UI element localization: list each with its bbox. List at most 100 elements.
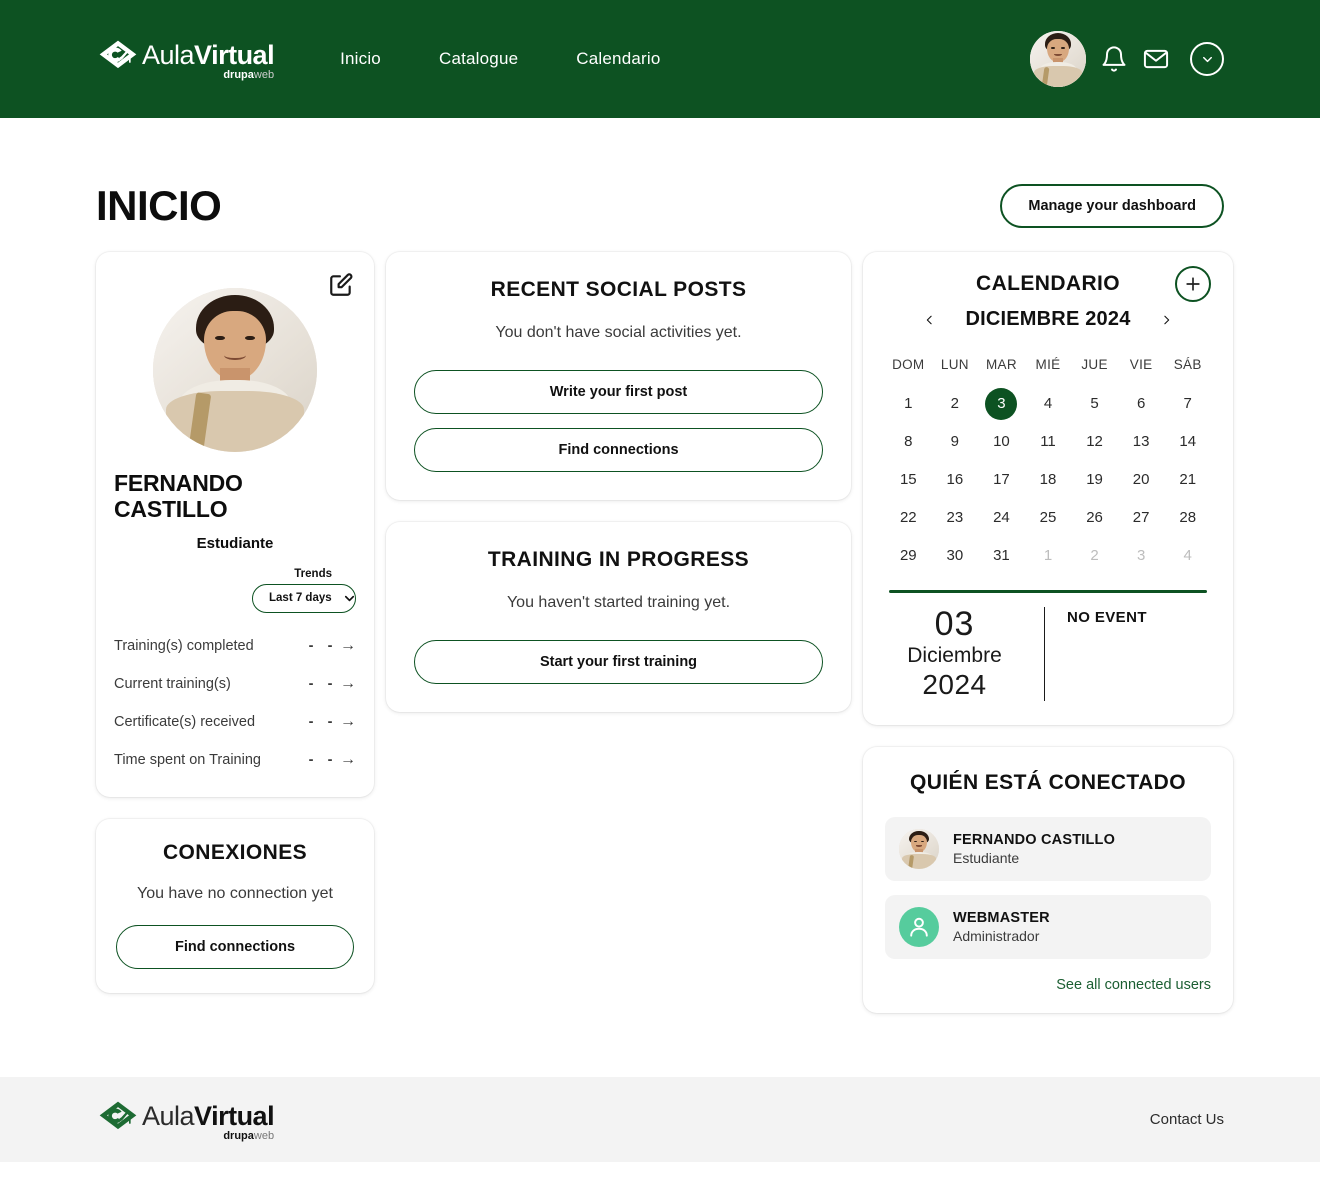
calendar-day[interactable]: 8 xyxy=(885,426,932,458)
header-avatar[interactable] xyxy=(1030,31,1086,87)
calendar-day[interactable]: 24 xyxy=(978,502,1025,534)
calendar-weekday: DOM xyxy=(892,357,925,372)
calendar-day[interactable]: 15 xyxy=(885,464,932,496)
training-in-progress-card: TRAINING IN PROGRESS You haven't started… xyxy=(386,522,851,712)
calendar-day[interactable]: 3 xyxy=(1118,540,1165,572)
chevron-right-icon[interactable] xyxy=(1157,310,1177,330)
connections-title: CONEXIONES xyxy=(162,840,308,864)
edit-pencil-square-icon[interactable] xyxy=(328,272,354,298)
nav-item-calendario[interactable]: Calendario xyxy=(576,49,660,69)
calendar-day[interactable]: 23 xyxy=(932,502,979,534)
training-empty-text: You haven't started training yet. xyxy=(506,594,731,611)
calendar-day[interactable]: 4 xyxy=(1164,540,1211,572)
find-connections-button-social[interactable]: Find connections xyxy=(414,428,823,472)
calendar-day[interactable]: 27 xyxy=(1118,502,1165,534)
see-all-connected-users-link[interactable]: See all connected users xyxy=(885,977,1211,993)
list-item[interactable]: WEBMASTER Administrador xyxy=(885,895,1211,960)
trend-arrow-icon: → xyxy=(340,636,356,654)
calendar-day[interactable]: 28 xyxy=(1164,502,1211,534)
site-header: AulaVirtual drupaweb Inicio Catalogue Ca… xyxy=(0,0,1320,118)
calendar-grid: DOM LUN MAR MIÉ JUE VIE SÁB 1 2 3 4 5 6 7 8 9 10 1… xyxy=(885,357,1211,572)
write-first-post-button[interactable]: Write your first post xyxy=(414,370,823,414)
calendar-day[interactable]: 9 xyxy=(932,426,979,458)
manage-dashboard-button[interactable]: Manage your dashboard xyxy=(1000,184,1224,228)
profile-name-line1: FERNANDO xyxy=(114,470,243,496)
profile-stats-list: Training(s) completed - - → Current trai… xyxy=(114,627,356,779)
list-item[interactable]: FERNANDO CASTILLO Estudiante xyxy=(885,817,1211,882)
calendar-day[interactable]: 2 xyxy=(1071,540,1118,572)
selected-day: 03 xyxy=(934,605,975,643)
calendar-day[interactable]: 29 xyxy=(885,540,932,572)
calendar-day[interactable]: 14 xyxy=(1164,426,1211,458)
stat-delta: - xyxy=(327,675,333,692)
calendar-day-today[interactable]: 3 xyxy=(985,388,1018,420)
start-first-training-button[interactable]: Start your first training xyxy=(414,640,823,684)
connections-card: CONEXIONES You have no connection yet Fi… xyxy=(96,818,374,993)
calendar-day[interactable]: 13 xyxy=(1118,426,1165,458)
profile-role: Estudiante xyxy=(196,534,274,552)
calendar-day[interactable]: 19 xyxy=(1071,464,1118,496)
calendar-day[interactable]: 18 xyxy=(1025,464,1072,496)
calendar-day[interactable]: 5 xyxy=(1071,388,1118,420)
chevron-left-icon[interactable] xyxy=(919,310,939,330)
calendar-weekday: LUN xyxy=(940,357,969,372)
connected-user-role: Administrador xyxy=(953,928,1040,945)
footer-brand-logo[interactable]: AulaVirtual drupaweb xyxy=(96,1098,275,1142)
dashboard-grid: FERNANDO CASTILLO Estudiante Trends Last… xyxy=(96,252,1233,1014)
calendar-day[interactable]: 16 xyxy=(932,464,979,496)
training-title: TRAINING IN PROGRESS xyxy=(487,548,750,571)
trend-arrow-icon: → xyxy=(340,674,356,692)
trends-period-select[interactable]: Last 7 days xyxy=(252,583,356,613)
brand-name-light: Aula xyxy=(142,40,195,70)
right-column: CALENDARIO DICIEMBRE 2024 DOM LUN MAR MI… xyxy=(863,252,1233,1014)
calendar-day[interactable]: 1 xyxy=(885,388,932,420)
brand-logo[interactable]: AulaVirtual drupaweb xyxy=(96,37,275,81)
event-details: NO EVENT xyxy=(1045,607,1147,701)
stat-row: Training(s) completed - - → xyxy=(114,627,356,665)
brand-sub-bold: drupa xyxy=(223,69,254,81)
account-menu-button[interactable] xyxy=(1190,42,1224,76)
nav-item-catalogue[interactable]: Catalogue xyxy=(439,49,518,69)
connected-user-name: WEBMASTER xyxy=(953,909,1050,926)
calendar-day[interactable]: 1 xyxy=(1025,540,1072,572)
stat-delta: - xyxy=(327,637,333,654)
brand-sub-light: web xyxy=(253,69,275,81)
find-connections-button[interactable]: Find connections xyxy=(116,924,354,969)
footer-brand-name-light: Aula xyxy=(142,1100,195,1131)
avatar xyxy=(899,829,939,870)
page-header: INICIO Manage your dashboard xyxy=(96,118,1224,252)
calendar-day[interactable]: 4 xyxy=(1025,388,1072,420)
calendar-day[interactable]: 25 xyxy=(1025,502,1072,534)
calendar-weekday: SÁB xyxy=(1173,357,1202,372)
trend-arrow-icon: → xyxy=(340,712,356,730)
calendar-day[interactable]: 21 xyxy=(1164,464,1211,496)
calendar-weekday: MIÉ xyxy=(1035,357,1061,372)
nav-item-inicio[interactable]: Inicio xyxy=(340,49,381,69)
calendar-day[interactable]: 30 xyxy=(932,540,979,572)
social-posts-empty-text: You don't have social activities yet. xyxy=(495,324,742,341)
calendar-card: CALENDARIO DICIEMBRE 2024 DOM LUN MAR MI… xyxy=(863,252,1233,726)
calendar-day[interactable]: 22 xyxy=(885,502,932,534)
calendar-month-year: DICIEMBRE 2024 xyxy=(965,308,1131,330)
calendar-day[interactable]: 17 xyxy=(978,464,1025,496)
footer-brand-name-bold: Virtual xyxy=(194,1100,275,1131)
envelope-icon[interactable] xyxy=(1142,45,1170,73)
trend-arrow-icon: → xyxy=(340,750,356,768)
calendar-day[interactable]: 11 xyxy=(1025,426,1072,458)
calendar-day[interactable]: 20 xyxy=(1118,464,1165,496)
connected-user-role: Estudiante xyxy=(953,850,1020,867)
contact-us-link[interactable]: Contact Us xyxy=(1150,1111,1224,1128)
calendar-weekday: JUE xyxy=(1081,357,1108,372)
stat-delta: - xyxy=(327,751,333,768)
plus-circle-icon[interactable] xyxy=(1175,266,1211,302)
calendar-day[interactable]: 7 xyxy=(1164,388,1211,420)
calendar-day[interactable]: 6 xyxy=(1118,388,1165,420)
stat-label: Current training(s) xyxy=(114,675,231,692)
calendar-day[interactable]: 26 xyxy=(1071,502,1118,534)
bell-icon[interactable] xyxy=(1100,45,1128,73)
trends-label: Trends xyxy=(294,567,332,580)
calendar-day[interactable]: 2 xyxy=(932,388,979,420)
calendar-day[interactable]: 12 xyxy=(1071,426,1118,458)
calendar-day[interactable]: 31 xyxy=(978,540,1025,572)
calendar-day[interactable]: 10 xyxy=(978,426,1025,458)
